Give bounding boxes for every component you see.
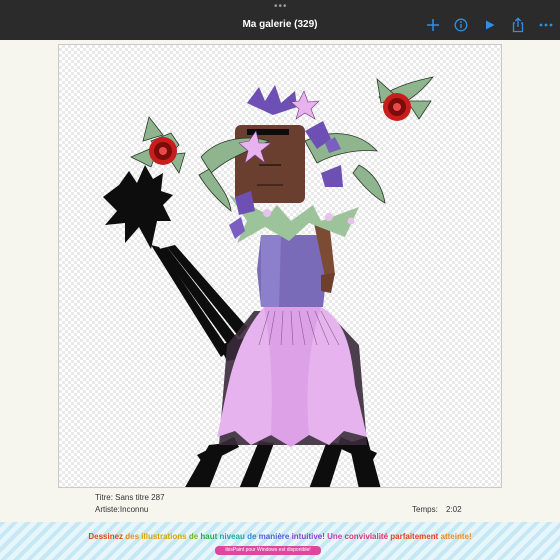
ad-headline: Dessinez des illustrations de haut nivea… (0, 532, 560, 541)
ad-headline-word: haut (200, 532, 220, 541)
ad-banner[interactable]: Dessinez des illustrations de haut nivea… (0, 522, 560, 560)
play-icon[interactable] (480, 15, 500, 35)
window-grip-icon[interactable]: ••• (274, 2, 288, 12)
time-value: 2:02 (446, 505, 462, 514)
ad-headline-word: niveau (219, 532, 248, 541)
more-icon[interactable] (536, 15, 556, 35)
ad-headline-word: Une (327, 532, 345, 541)
artwork-illustration (103, 76, 434, 487)
top-bar: ••• Ma galerie (329) (0, 0, 560, 40)
ad-headline-word: Dessinez (88, 532, 126, 541)
artwork-canvas[interactable] (58, 44, 502, 488)
ad-headline-word: manière (258, 532, 292, 541)
ad-download-button[interactable]: ibisPaint pour Windows est disponible! (215, 546, 321, 555)
info-icon[interactable] (451, 15, 471, 35)
page-title: Ma galerie (329) (242, 19, 318, 30)
ad-headline-word: convivialité (344, 532, 391, 541)
ad-headline-word: intuitive! (291, 532, 328, 541)
ad-headline-word: illustrations (141, 532, 189, 541)
ad-headline-word: parfaitement (390, 532, 441, 541)
ad-headline-word: de (247, 532, 259, 541)
time-label: Temps: (412, 505, 438, 514)
share-icon[interactable] (508, 15, 528, 35)
add-icon[interactable] (423, 15, 443, 35)
artwork-artist: Artiste:Inconnu (95, 505, 149, 514)
artwork-title: Titre: Sans titre 287 (95, 493, 165, 502)
ad-headline-word: des (125, 532, 142, 541)
ad-headline-word: de (188, 532, 201, 541)
ad-headline-word: atteinte! (440, 532, 472, 541)
